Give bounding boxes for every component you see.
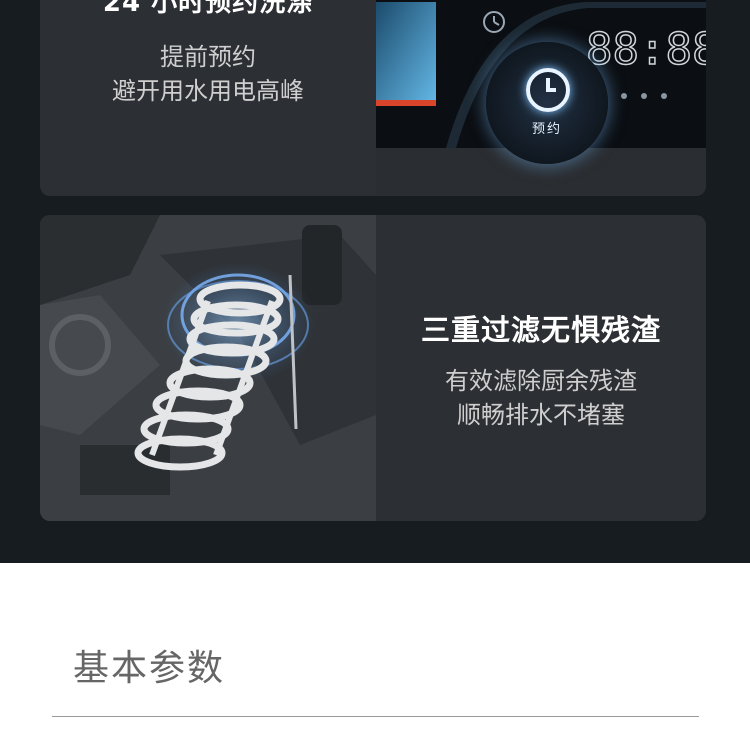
section-title: 基本参数 — [73, 648, 226, 689]
feature-subtitle-2: 顺畅排水不堵塞 — [457, 401, 625, 429]
filter-illustration — [40, 215, 376, 521]
feature-title: 24 小时预约洗涤 — [102, 0, 314, 18]
feature-card-schedule: 24 小时预约洗涤 提前预约 避开用水用电高峰 88:88 预约 — [40, 0, 706, 196]
feature-title: 三重过滤无惧残渣 — [420, 313, 661, 347]
feature-subtitle-1: 提前预约 — [160, 43, 256, 71]
divider — [52, 716, 699, 717]
control-panel-image: 88:88 预约 — [376, 0, 706, 196]
schedule-button-label: 预约 — [531, 122, 562, 137]
dark-feature-section: 24 小时预约洗涤 提前预约 避开用水用电高峰 88:88 预约 三重过滤无惧残… — [0, 0, 750, 563]
feature-card-filter: 三重过滤无惧残渣 有效滤除厨余残渣 顺畅排水不堵塞 — [40, 215, 706, 521]
feature-subtitle-1: 有效滤除厨余残渣 — [445, 367, 637, 395]
display-digits: 88:88 — [586, 24, 706, 75]
schedule-button[interactable]: 预约 — [486, 42, 608, 164]
feature-subtitle-2: 避开用水用电高峰 — [112, 77, 304, 105]
filter-image — [40, 215, 376, 521]
clock-icon — [526, 68, 570, 112]
